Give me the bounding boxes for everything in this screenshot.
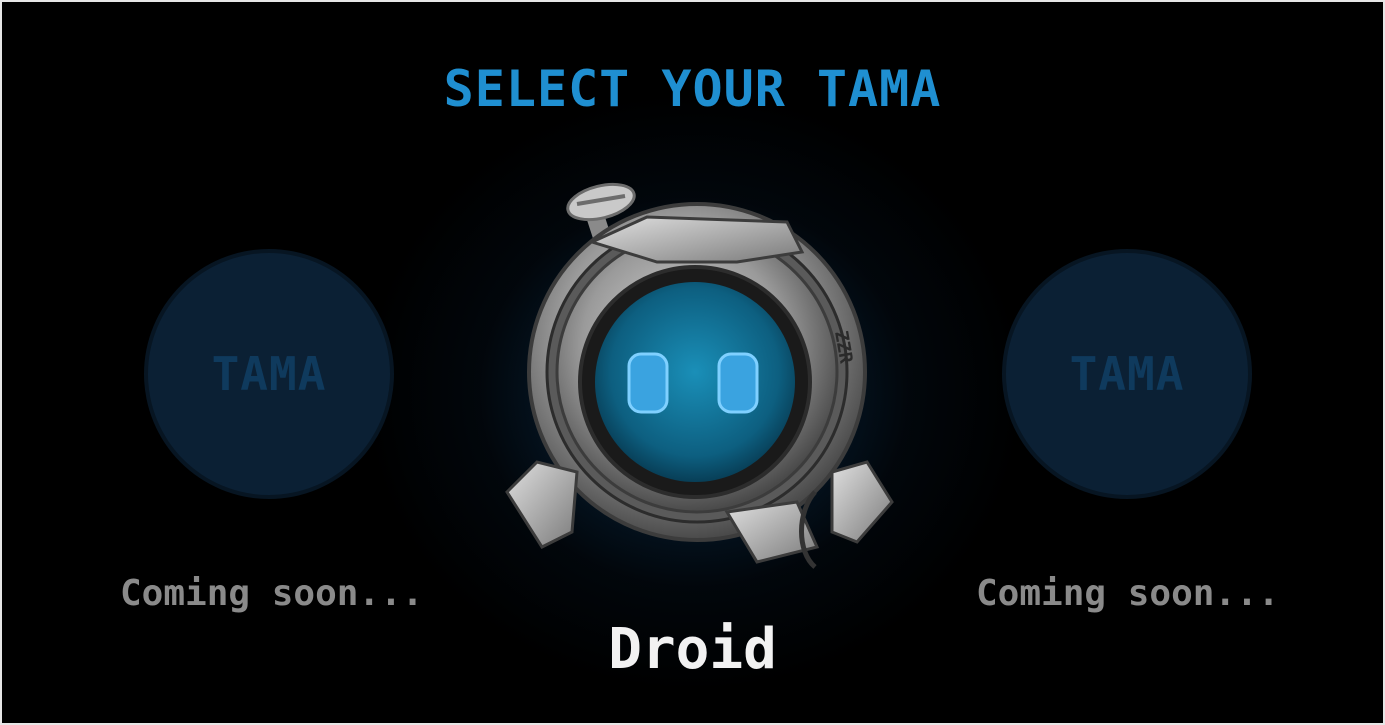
droid-right-foot — [830, 460, 894, 544]
tama-slot-left-label: TAMA — [211, 347, 327, 401]
tama-slot-right-label: TAMA — [1069, 347, 1185, 401]
droid-left-foot — [505, 460, 579, 549]
tama-select-screen: SELECT YOUR TAMA TAMA Coming soon... ZZR… — [0, 0, 1385, 725]
page-title: SELECT YOUR TAMA — [443, 60, 942, 118]
droid-screen — [595, 282, 795, 482]
right-eye-icon — [717, 352, 759, 414]
coming-soon-left: Coming soon... — [120, 573, 424, 614]
left-eye-icon — [627, 352, 669, 414]
tama-slot-left[interactable]: TAMA — [148, 253, 390, 495]
droid-robot-icon[interactable]: ZZR — [497, 172, 897, 572]
coming-soon-right: Coming soon... — [976, 573, 1280, 614]
tama-slot-right[interactable]: TAMA — [1006, 253, 1248, 495]
selected-tama-name: Droid — [608, 617, 777, 682]
